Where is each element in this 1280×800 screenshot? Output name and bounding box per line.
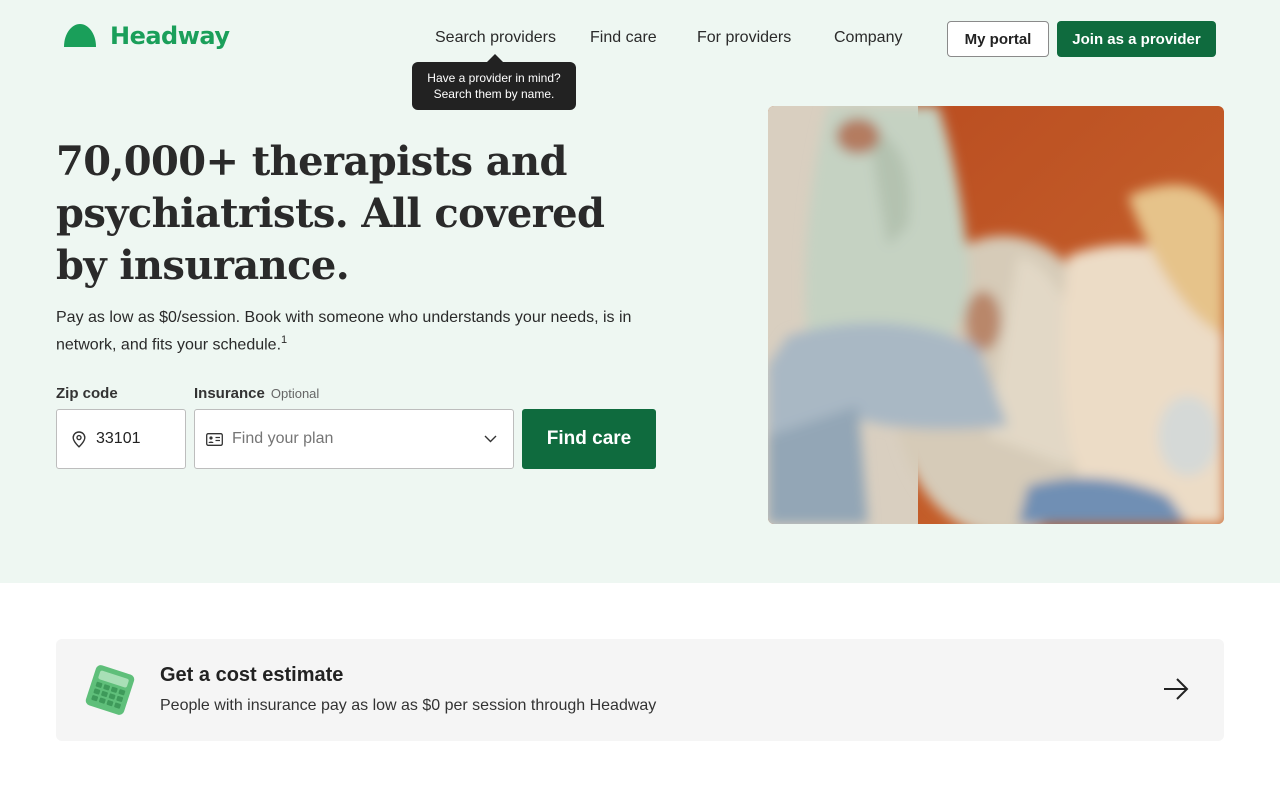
insurance-label: Insurance Optional: [194, 385, 319, 402]
tooltip-line-2: Search them by name.: [433, 87, 555, 101]
insurance-placeholder: Find your plan: [232, 430, 334, 447]
nav-company[interactable]: Company: [834, 29, 902, 47]
arrow-right-icon[interactable]: [1162, 677, 1190, 701]
cost-estimate-description: People with insurance pay as low as $0 p…: [160, 697, 657, 714]
zip-code-field[interactable]: [56, 409, 186, 469]
logo[interactable]: Headway: [63, 22, 230, 50]
hero-headline: 70,000+ therapists and psychiatrists. Al…: [56, 138, 605, 289]
cost-estimate-card[interactable]: Get a cost estimate People with insuranc…: [56, 639, 1224, 741]
hero-subtext: Pay as low as $0/session. Book with some…: [56, 307, 646, 356]
logo-icon: [64, 24, 96, 47]
zip-code-label: Zip code: [56, 385, 118, 402]
brand-name: Headway: [110, 22, 230, 50]
nav-search-providers[interactable]: Search providers: [435, 29, 556, 47]
hero-photo: [768, 106, 1224, 524]
insurance-select[interactable]: Find your plan: [194, 409, 514, 469]
nav-find-care[interactable]: Find care: [590, 29, 657, 47]
chevron-down-icon: [484, 435, 497, 443]
insurance-optional-label: Optional: [270, 386, 320, 401]
footnote-marker[interactable]: 1: [281, 334, 287, 346]
location-pin-icon: [72, 430, 86, 448]
join-provider-button[interactable]: Join as a provider: [1057, 21, 1216, 57]
search-providers-tooltip: Have a provider in mind? Search them by …: [412, 54, 576, 110]
zip-code-input[interactable]: [96, 430, 176, 448]
id-card-icon: [206, 432, 223, 446]
hero-subtext-body: Pay as low as $0/session. Book with some…: [56, 309, 632, 354]
my-portal-button[interactable]: My portal: [947, 21, 1049, 57]
nav-for-providers[interactable]: For providers: [697, 29, 791, 47]
find-care-button[interactable]: Find care: [522, 409, 656, 469]
cost-estimate-title: Get a cost estimate: [160, 664, 344, 686]
insurance-label-text: Insurance: [194, 385, 265, 402]
tooltip-line-1: Have a provider in mind?: [427, 71, 561, 85]
calculator-icon: [85, 665, 135, 715]
